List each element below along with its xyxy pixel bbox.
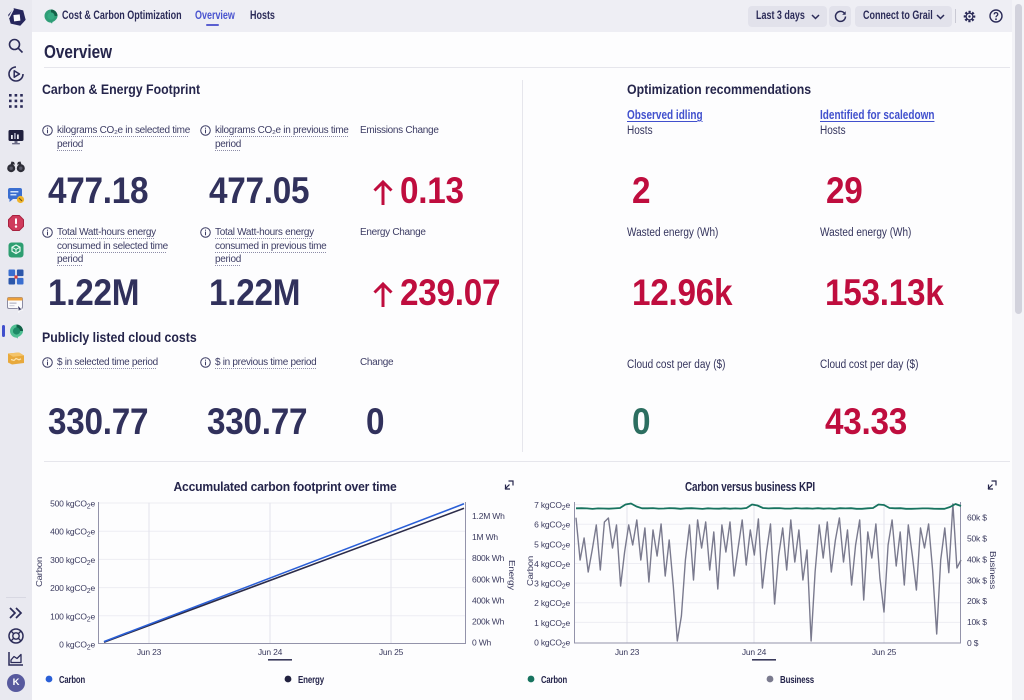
svg-text:1M Wh: 1M Wh [472, 532, 498, 542]
svg-text:200k Wh: 200k Wh [472, 617, 505, 627]
svg-text:500 kgCO2e: 500 kgCO2e [50, 499, 95, 511]
svg-text:800k Wh: 800k Wh [472, 553, 505, 563]
svg-text:50k $: 50k $ [967, 533, 987, 543]
svg-text:7 kgCO2e: 7 kgCO2e [534, 500, 570, 512]
svg-text:100 kgCO2e: 100 kgCO2e [50, 611, 95, 623]
svg-text:300 kgCO2e: 300 kgCO2e [50, 555, 95, 567]
svg-text:Jun 24: Jun 24 [258, 647, 283, 657]
svg-text:Accumulated carbon footprint o: Accumulated carbon footprint over time [174, 480, 397, 494]
svg-text:40k $: 40k $ [967, 554, 987, 564]
svg-text:0 Wh: 0 Wh [472, 638, 492, 648]
svg-text:Jun 23: Jun 23 [615, 647, 640, 657]
svg-text:Jun 23: Jun 23 [137, 647, 162, 657]
svg-text:Business: Business [780, 674, 814, 686]
svg-text:60k $: 60k $ [967, 513, 987, 523]
svg-text:Business: Business [988, 551, 998, 589]
svg-text:10k $: 10k $ [967, 617, 987, 627]
svg-text:Carbon: Carbon [525, 555, 535, 586]
svg-text:20k $: 20k $ [967, 596, 987, 606]
svg-text:2 kgCO2e: 2 kgCO2e [534, 598, 570, 610]
svg-text:4 kgCO2e: 4 kgCO2e [534, 559, 570, 571]
svg-text:30k $: 30k $ [967, 575, 987, 585]
svg-text:Carbon: Carbon [541, 674, 567, 686]
svg-text:Energy: Energy [298, 674, 324, 686]
svg-text:Jun 24: Jun 24 [742, 647, 767, 657]
svg-text:1.2M Wh: 1.2M Wh [472, 511, 505, 521]
svg-text:0 kgCO2e: 0 kgCO2e [534, 638, 570, 650]
svg-text:6 kgCO2e: 6 kgCO2e [534, 520, 570, 532]
svg-text:5 kgCO2e: 5 kgCO2e [534, 539, 570, 551]
svg-text:200 kgCO2e: 200 kgCO2e [50, 583, 95, 595]
svg-text:3 kgCO2e: 3 kgCO2e [534, 579, 570, 591]
svg-text:1 kgCO2e: 1 kgCO2e [534, 618, 570, 630]
svg-text:Carbon versus business KPI: Carbon versus business KPI [685, 480, 815, 494]
svg-text:400k Wh: 400k Wh [472, 595, 505, 605]
svg-text:400 kgCO2e: 400 kgCO2e [50, 527, 95, 539]
svg-text:0 kgCO2e: 0 kgCO2e [59, 640, 95, 652]
svg-text:Jun 25: Jun 25 [872, 647, 897, 657]
svg-text:Carbon: Carbon [36, 556, 44, 587]
svg-text:0 $: 0 $ [967, 638, 979, 648]
svg-text:Energy: Energy [507, 560, 517, 591]
svg-text:Carbon: Carbon [59, 674, 85, 686]
svg-text:600k Wh: 600k Wh [472, 574, 505, 584]
svg-text:Jun 25: Jun 25 [379, 647, 404, 657]
